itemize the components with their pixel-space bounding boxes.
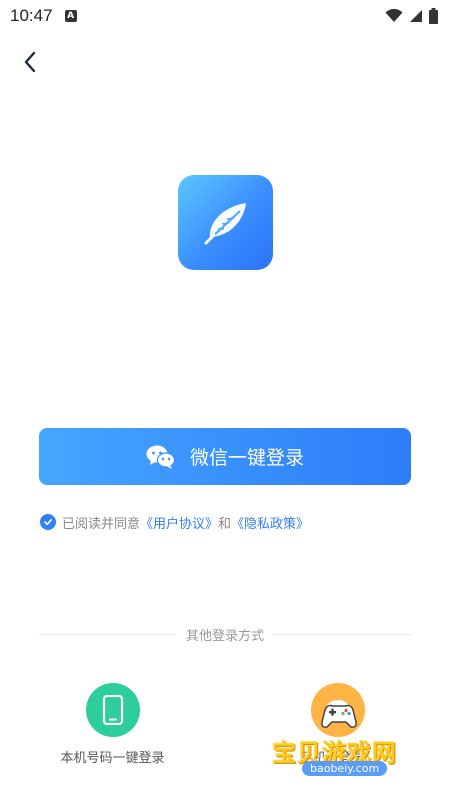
privacy-policy-link[interactable]: 《隐私政策》 (231, 513, 309, 532)
watermark: 宝贝游戏网 baobeiy.com (272, 733, 422, 793)
agreement-prefix: 已阅读并同意 (62, 516, 141, 532)
phone-login-label: 本机号码一键登录 (60, 751, 165, 766)
wechat-icon (146, 445, 176, 469)
gamepad-icon (321, 704, 357, 728)
signal-icon (410, 10, 422, 22)
status-time: 10:47 (10, 6, 53, 25)
watermark-url: baobeiy.com (302, 761, 388, 776)
status-right (385, 8, 438, 24)
divider-line-left (39, 633, 176, 635)
app-logo (178, 175, 273, 270)
phone-icon (102, 695, 123, 725)
user-agreement-link[interactable]: 《用户协议》 (140, 513, 218, 532)
divider-line-right (274, 633, 412, 635)
phone-login-circle[interactable] (85, 683, 140, 737)
notification-a-icon: A (64, 10, 77, 22)
battery-icon (429, 8, 438, 24)
agreement-conjunction: 和 (218, 516, 232, 532)
other-login-divider: 其他登录方式 (39, 625, 412, 644)
check-icon (44, 519, 52, 526)
back-button[interactable] (14, 46, 46, 78)
status-left: 10:47 A (10, 6, 77, 26)
wechat-login-button[interactable]: 微信一键登录 (39, 428, 411, 485)
chevron-left-icon (24, 51, 36, 73)
status-bar: 10:47 A (0, 0, 450, 32)
other-login-title: 其他登录方式 (186, 628, 265, 644)
wifi-icon (385, 9, 403, 22)
phone-one-click-login[interactable]: 本机号码一键登录 (50, 683, 175, 766)
agreement-checkbox[interactable] (40, 514, 56, 530)
wechat-login-label: 微信一键登录 (189, 448, 304, 469)
feather-icon (204, 202, 246, 244)
agreement-row: 已阅读并同意 《用户协议》 和 《隐私政策》 (40, 512, 309, 532)
